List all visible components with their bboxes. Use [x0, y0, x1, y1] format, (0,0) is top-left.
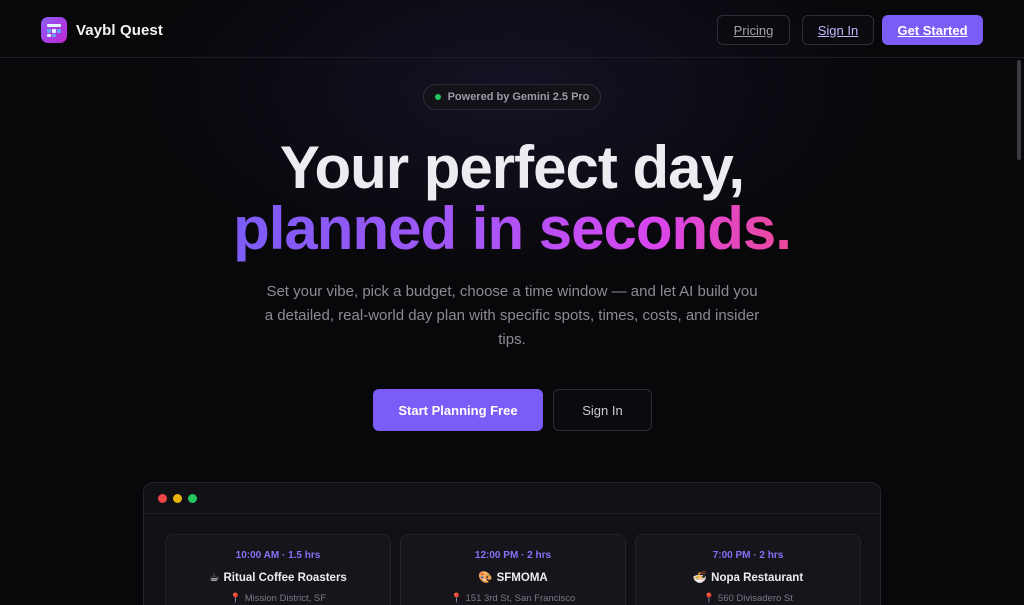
top-nav: Vaybl Quest Pricing Sign In Get Started — [0, 0, 1024, 58]
window-titlebar — [144, 483, 880, 514]
card-title: 🎨 SFMOMA — [401, 570, 625, 584]
calendar-app-icon — [41, 17, 67, 43]
noodle-bowl-icon: 🍜 — [692, 572, 708, 584]
card-location: 📍 151 3rd St, San Francisco — [401, 593, 625, 604]
plan-card: 10:00 AM · 1.5 hrs ☕ Ritual Coffee Roaste… — [165, 534, 391, 605]
status-dot-icon — [434, 94, 441, 100]
card-location: 📍 Mission District, SF — [166, 593, 390, 604]
start-planning-button[interactable]: Start Planning Free — [373, 389, 543, 431]
headline-gradient-text: planned in seconds. — [233, 195, 792, 262]
window-close-dot-icon — [158, 494, 167, 503]
card-title: 🍜 Nopa Restaurant — [636, 570, 860, 584]
headline-line-2: planned in seconds. — [0, 197, 1024, 261]
plan-card: 7:00 PM · 2 hrs 🍜 Nopa Restaurant 📍 560 Di… — [635, 534, 861, 605]
headline-line-1: Your perfect day, — [279, 134, 745, 201]
window-maximize-dot-icon — [188, 494, 197, 503]
card-place-name: Ritual Coffee Roasters — [223, 572, 347, 584]
card-title: ☕ Ritual Coffee Roasters — [166, 570, 390, 584]
art-palette-icon: 🎨 — [478, 572, 493, 584]
hero-sign-in-button[interactable]: Sign In — [553, 389, 652, 431]
get-started-button[interactable]: Get Started — [882, 15, 983, 45]
map-pin-icon: 📍 — [450, 593, 463, 604]
plan-preview-window: 10:00 AM · 1.5 hrs ☕ Ritual Coffee Roaste… — [143, 482, 881, 605]
map-pin-icon: 📍 — [229, 593, 242, 604]
plan-card: 12:00 PM · 2 hrs 🎨 SFMOMA 📍 151 3rd St, Sa… — [400, 534, 626, 605]
brand[interactable]: Vaybl Quest — [41, 17, 163, 43]
coffee-icon: ☕ — [209, 572, 220, 584]
card-location-text: 151 3rd St, San Francisco — [465, 593, 576, 604]
card-time: 10:00 AM · 1.5 hrs — [235, 550, 321, 561]
landing-page: Vaybl Quest Pricing Sign In Get Started … — [0, 0, 1024, 605]
card-time: 7:00 PM · 2 hrs — [712, 550, 784, 561]
hero-description: Set your vibe, pick a budget, choose a t… — [264, 283, 760, 348]
card-place-name: Nopa Restaurant — [711, 572, 804, 584]
badge-label: Powered by Gemini 2.5 Pro — [447, 91, 590, 103]
card-place-name: SFMOMA — [496, 572, 548, 584]
pricing-link[interactable]: Pricing — [717, 15, 790, 45]
map-pin-icon: 📍 — [703, 593, 715, 604]
powered-by-badge: Powered by Gemini 2.5 Pro — [423, 84, 601, 110]
sign-in-link[interactable]: Sign In — [802, 15, 874, 45]
window-minimize-dot-icon — [173, 494, 182, 503]
app-name: Vaybl Quest — [76, 21, 163, 39]
card-location-text: Mission District, SF — [244, 593, 327, 604]
card-location: 📍 560 Divisadero St — [636, 593, 860, 604]
card-location-text: 560 Divisadero St — [717, 593, 793, 604]
card-time: 12:00 PM · 2 hrs — [474, 550, 552, 561]
page-scrollbar[interactable] — [1017, 60, 1021, 160]
